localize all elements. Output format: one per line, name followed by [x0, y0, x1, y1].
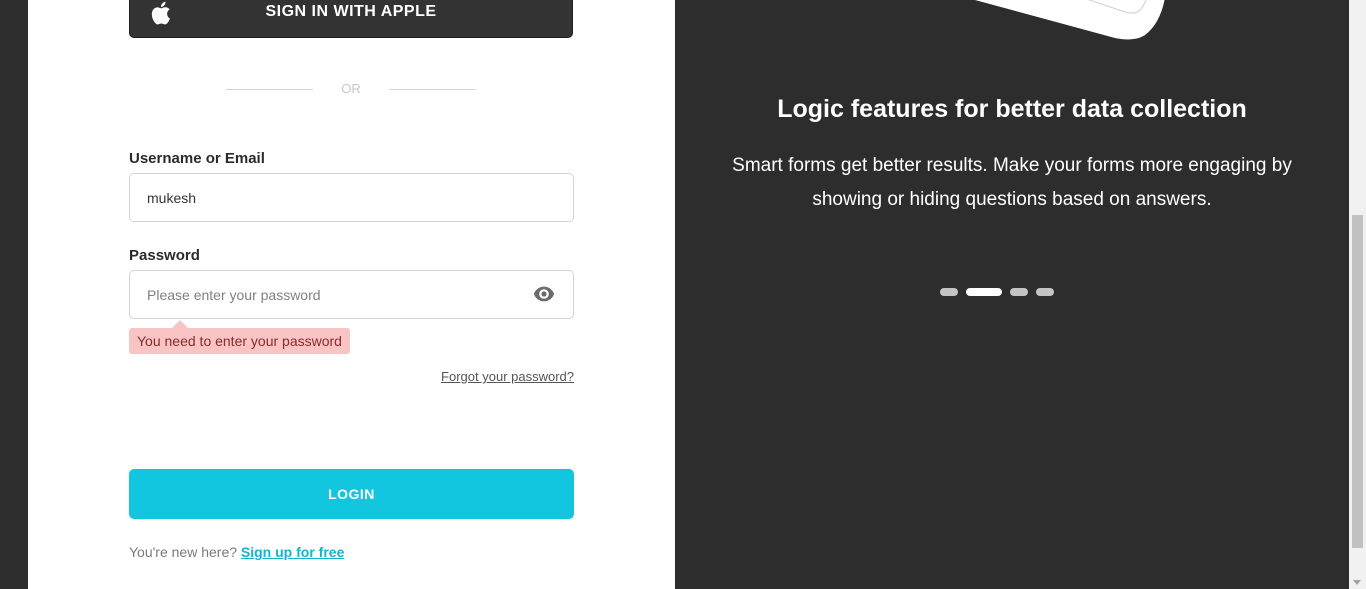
carousel-dot-2[interactable] [966, 288, 1002, 296]
signup-prompt: You're new here? [129, 544, 238, 560]
or-divider: OR [341, 81, 361, 96]
divider-line-right [389, 89, 476, 90]
password-error-message: You need to enter your password [129, 328, 350, 354]
feature-carousel: Logic features for better data collectio… [675, 0, 1349, 589]
error-tooltip-caret [172, 320, 188, 328]
carousel-dot-4[interactable] [1036, 288, 1054, 296]
forgot-password-link[interactable]: Forgot your password? [441, 369, 574, 384]
username-input[interactable] [129, 173, 574, 222]
scroll-down-arrow-icon[interactable] [1353, 580, 1361, 585]
password-label: Password [129, 247, 200, 264]
signup-row: You're new here? Sign up for free [129, 544, 344, 560]
apple-button-label: SIGN IN WITH APPLE [265, 3, 437, 20]
divider-line-left [226, 89, 313, 90]
phone-illustration [975, 0, 1165, 40]
sign-in-with-apple-button[interactable]: SIGN IN WITH APPLE [129, 0, 573, 38]
page-scrollbar[interactable] [1349, 0, 1366, 589]
scrollbar-thumb[interactable] [1352, 215, 1363, 548]
slide-title: Logic features for better data collectio… [777, 95, 1247, 123]
password-input[interactable] [129, 270, 574, 319]
signup-link[interactable]: Sign up for free [241, 544, 344, 560]
login-panel: SIGN IN WITH APPLE OR Username or Email … [28, 0, 675, 589]
eye-icon[interactable] [533, 285, 555, 303]
login-button[interactable]: LOGIN [129, 469, 574, 519]
carousel-dot-1[interactable] [940, 288, 958, 296]
username-label: Username or Email [129, 150, 265, 167]
carousel-dot-3[interactable] [1010, 288, 1028, 296]
slide-description: Smart forms get better results. Make you… [732, 155, 1292, 210]
